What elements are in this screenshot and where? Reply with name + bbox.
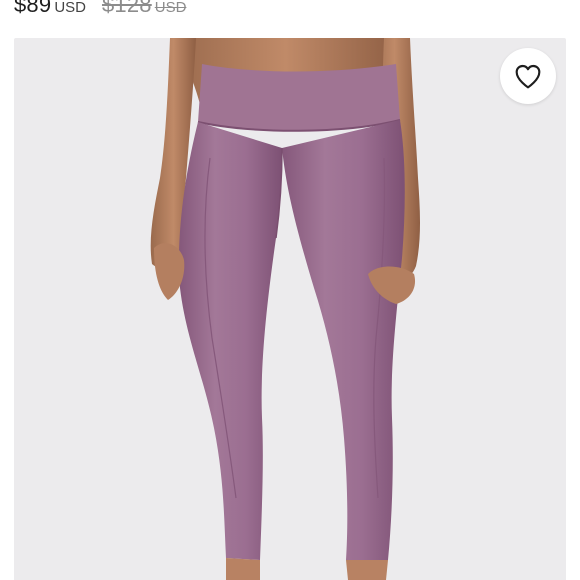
listing-page: $89 USD $128 USD <box>0 0 580 580</box>
left-leg <box>178 122 282 560</box>
heart-outline-icon <box>515 64 541 89</box>
original-price: $128 <box>101 0 152 17</box>
product-image[interactable] <box>14 38 566 580</box>
left-ankle <box>226 558 260 580</box>
leggings-illustration <box>150 38 420 580</box>
left-hand <box>154 243 185 300</box>
current-price: $89 <box>14 0 52 17</box>
right-leg <box>282 120 405 560</box>
original-price-currency: USD <box>154 0 187 16</box>
waistband <box>198 64 400 131</box>
like-button[interactable] <box>500 48 556 104</box>
right-ankle <box>346 560 388 580</box>
price-row: $89 USD $128 USD <box>14 0 187 17</box>
current-price-currency: USD <box>54 0 86 16</box>
